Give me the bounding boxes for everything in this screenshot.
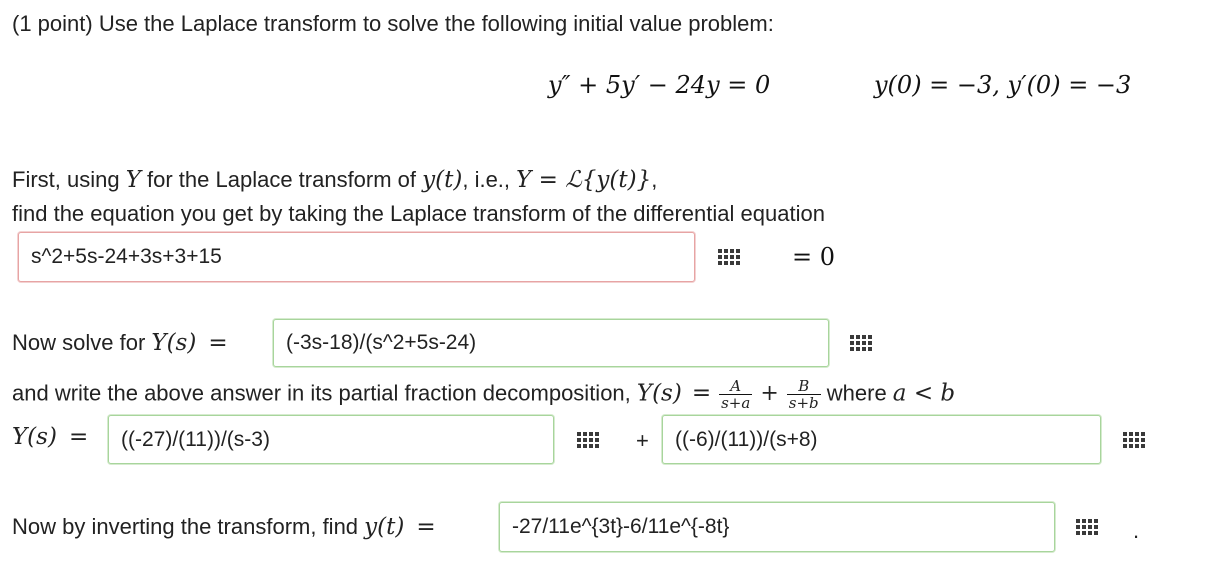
- step3-row-plus: +: [636, 428, 649, 453]
- step1-laplace-definition: Y = ℒ{y(t)}: [516, 167, 652, 193]
- step2-equals: =: [208, 330, 228, 356]
- step1-instruction-line2: find the equation you get by taking the …: [12, 201, 825, 226]
- step3-answer-B-input[interactable]: ((-6)/(11))/(s+8): [662, 415, 1101, 464]
- step3-row-Ys: Y(s): [12, 424, 57, 450]
- fraction-B-numerator: B: [786, 378, 821, 395]
- fraction-A: As+a: [719, 378, 753, 412]
- step2-answer-input[interactable]: (-3s-18)/(s^2+5s-24): [273, 319, 829, 367]
- step3-equals: =: [691, 380, 712, 407]
- step4-answer-input[interactable]: -27/11e^{3t}-6/11e^{-8t}: [499, 502, 1055, 552]
- initial-conditions: y(0) = −3, y′(0) = −3: [874, 71, 1132, 99]
- problem-intro: (1 point) Use the Laplace transform to s…: [12, 11, 774, 36]
- step1-yt-symbol: y(t): [422, 167, 463, 193]
- equation-palette-icon[interactable]: [1073, 517, 1101, 537]
- equation-palette-icon[interactable]: [715, 247, 743, 267]
- fraction-B: Bs+b: [786, 378, 821, 412]
- step3-Ys-symbol: Y(s): [636, 380, 682, 407]
- fraction-B-denominator: s+b: [788, 394, 819, 412]
- equation-palette-icon[interactable]: [1120, 430, 1148, 450]
- fraction-A-numerator: A: [719, 378, 753, 395]
- equation-palette-icon[interactable]: [847, 333, 875, 353]
- step1-answer-input[interactable]: s^2+5s-24+3s+3+15: [18, 232, 695, 282]
- ode-equation: y″ + 5y′ − 24y = 0: [548, 71, 771, 99]
- step1-equals-zero: = 0: [792, 243, 836, 271]
- step4-yt-symbol: y(t): [364, 514, 405, 540]
- step3-label: and write the above answer in its partia…: [12, 378, 955, 411]
- step4-period: .: [1133, 518, 1140, 543]
- step1-text-end: ,: [651, 167, 658, 192]
- step3-row-equals: =: [68, 424, 89, 450]
- step2-text-pre: Now solve for: [12, 330, 152, 355]
- step2-Ys-symbol: Y(s): [151, 330, 197, 356]
- step1-text-pre: First, using: [12, 167, 126, 192]
- step1-Y-symbol: Y: [125, 167, 141, 193]
- step3-text-pre: and write the above answer in its partia…: [12, 380, 637, 406]
- step1-instruction-line1: First, using Y for the Laplace transform…: [12, 167, 657, 193]
- step4-equals: =: [416, 514, 436, 540]
- fraction-plus: +: [760, 381, 779, 407]
- step3-answer-A-input[interactable]: ((-27)/(11))/(s-3): [108, 415, 554, 464]
- step2-label: Now solve for Y(s) =: [12, 330, 228, 356]
- step1-text-mid: for the Laplace transform of: [140, 167, 423, 192]
- fraction-A-denominator: s+a: [721, 394, 751, 412]
- step3-condition: a < b: [892, 380, 956, 407]
- step3-where-text: where: [820, 380, 893, 406]
- step4-text-pre: Now by inverting the transform, find: [12, 514, 365, 539]
- step3-row-label: Y(s) =: [12, 424, 88, 450]
- step1-text-ie: , i.e.,: [462, 167, 517, 192]
- equation-palette-icon[interactable]: [574, 430, 602, 450]
- step4-label: Now by inverting the transform, find y(t…: [12, 514, 436, 540]
